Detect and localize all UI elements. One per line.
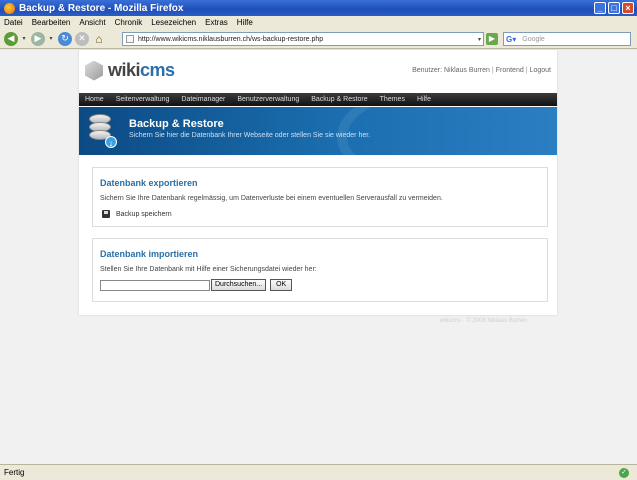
- logo-wiki-text: wiki: [108, 60, 141, 80]
- user-info: Benutzer: Niklaus Burren | Frontend | Lo…: [412, 67, 551, 74]
- page-banner: ↓ Backup & Restore Sichern Sie hier die …: [79, 107, 557, 155]
- export-panel: Datenbank exportieren Sichern Sie Ihre D…: [92, 167, 548, 227]
- home-icon[interactable]: ⌂: [92, 32, 106, 46]
- navigation-toolbar: ◀ ▾ ▶ ▾ ↻ ✕ ⌂ http://www.wikicms.niklaus…: [0, 29, 637, 49]
- export-description: Sichern Sie Ihre Datenbank regelmässig, …: [100, 195, 443, 202]
- menu-hilfe[interactable]: Hilfe: [237, 18, 253, 27]
- address-url: http://www.wikicms.niklausburren.ch/ws-b…: [138, 35, 324, 43]
- nav-home[interactable]: Home: [85, 96, 104, 103]
- export-heading: Datenbank exportieren: [100, 178, 198, 188]
- download-arrow-icon: ↓: [105, 136, 117, 148]
- browser-viewport: wiki cms Benutzer: Niklaus Burren | Front…: [0, 50, 637, 464]
- search-input[interactable]: G▾ Google: [503, 32, 631, 46]
- file-path-input[interactable]: [100, 279, 210, 291]
- import-panel: Datenbank importieren Stellen Sie Ihre D…: [92, 238, 548, 302]
- window-controls: _ □ ×: [594, 2, 634, 14]
- frontend-link[interactable]: Frontend: [496, 67, 524, 74]
- nav-themes[interactable]: Themes: [380, 96, 405, 103]
- page-subtitle: Sichern Sie hier die Datenbank Ihrer Web…: [129, 132, 371, 139]
- back-history-chevron-icon[interactable]: ▾: [21, 32, 27, 46]
- minimize-button[interactable]: _: [594, 2, 606, 14]
- menu-bearbeiten[interactable]: Bearbeiten: [32, 18, 71, 27]
- backup-save-link[interactable]: Backup speichern: [102, 210, 172, 218]
- page-container: wiki cms Benutzer: Niklaus Burren | Front…: [79, 50, 557, 315]
- banner-decoration: [337, 107, 557, 155]
- nav-backup-restore[interactable]: Backup & Restore: [311, 96, 367, 103]
- ok-button[interactable]: OK: [270, 279, 293, 291]
- nav-hilfe[interactable]: Hilfe: [417, 96, 431, 103]
- back-icon[interactable]: ◀: [4, 31, 18, 46]
- menu-chronik[interactable]: Chronik: [115, 18, 143, 27]
- search-placeholder: Google: [522, 35, 545, 43]
- database-icon: ↓: [89, 114, 117, 148]
- google-search-icon[interactable]: G▾: [506, 35, 516, 44]
- address-bar[interactable]: http://www.wikicms.niklausburren.ch/ws-b…: [122, 32, 484, 46]
- import-heading: Datenbank importieren: [100, 249, 199, 259]
- nav-dateimanager[interactable]: Dateimanager: [181, 96, 225, 103]
- go-icon[interactable]: ▶: [486, 33, 498, 45]
- browse-button[interactable]: Durchsuchen...: [211, 279, 267, 291]
- close-button[interactable]: ×: [622, 2, 634, 14]
- user-label: Benutzer: Niklaus Burren: [412, 67, 490, 74]
- main-navigation: Home Seitenverwaltung Dateimanager Benut…: [79, 93, 557, 106]
- page-icon: [126, 35, 134, 43]
- maximize-button[interactable]: □: [608, 2, 620, 14]
- reload-icon[interactable]: ↻: [58, 31, 72, 46]
- stop-icon[interactable]: ✕: [75, 31, 89, 46]
- site-logo[interactable]: wiki cms: [85, 60, 175, 81]
- forward-history-chevron-icon[interactable]: ▾: [48, 32, 54, 46]
- nav-benutzerverwaltung[interactable]: Benutzerverwaltung: [237, 96, 299, 103]
- menu-ansicht[interactable]: Ansicht: [79, 18, 105, 27]
- status-bar: Fertig ✓: [0, 464, 637, 480]
- menu-lesezeichen[interactable]: Lesezeichen: [151, 18, 196, 27]
- menu-datei[interactable]: Datei: [4, 18, 23, 27]
- logout-link[interactable]: Logout: [530, 67, 551, 74]
- nav-seitenverwaltung[interactable]: Seitenverwaltung: [116, 96, 170, 103]
- firefox-icon: [4, 2, 15, 14]
- window-titlebar: Backup & Restore - Mozilla Firefox _ □ ×: [0, 0, 637, 16]
- footer-copyright: wikicms · © 2008 Niklaus Burren: [440, 318, 527, 324]
- floppy-disk-icon: [102, 210, 110, 218]
- menu-extras[interactable]: Extras: [205, 18, 228, 27]
- separator: |: [525, 67, 528, 74]
- logo-cms-text: cms: [140, 60, 175, 80]
- address-dropdown-icon[interactable]: ▾: [478, 36, 481, 43]
- security-check-icon: ✓: [619, 468, 629, 478]
- separator: |: [491, 67, 494, 74]
- status-text: Fertig: [4, 468, 25, 477]
- backup-save-label: Backup speichern: [116, 210, 172, 218]
- file-upload-row: Durchsuchen... OK: [100, 279, 293, 291]
- menu-bar: Datei Bearbeiten Ansicht Chronik Lesezei…: [0, 16, 637, 29]
- import-description: Stellen Sie Ihre Datenbank mit Hilfe ein…: [100, 266, 317, 273]
- page-title: Backup & Restore: [129, 118, 224, 130]
- window-title: Backup & Restore - Mozilla Firefox: [19, 2, 184, 14]
- forward-icon[interactable]: ▶: [31, 31, 45, 46]
- logo-cube-icon: [85, 60, 103, 81]
